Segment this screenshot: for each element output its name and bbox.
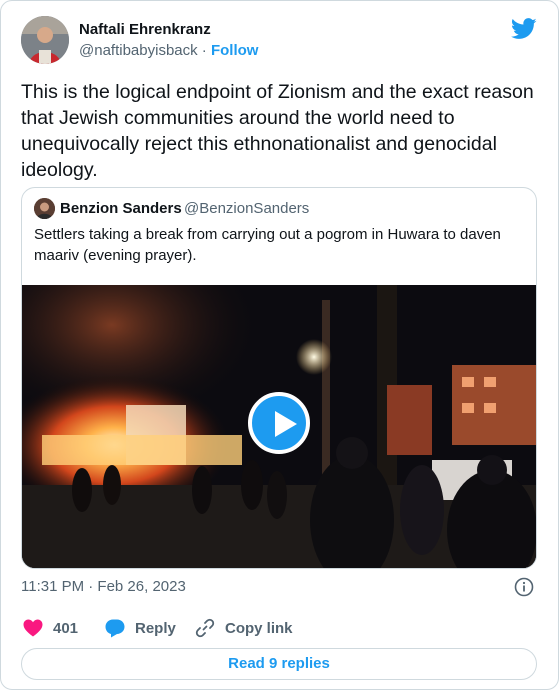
quoted-tweet[interactable]: Benzion Sanders @BenzionSanders Settlers… — [21, 187, 537, 569]
quoted-author-name[interactable]: Benzion Sanders — [60, 200, 182, 217]
heart-icon — [23, 619, 43, 637]
author-avatar[interactable] — [21, 16, 69, 64]
quoted-tweet-text: Settlers taking a break from carrying ou… — [34, 226, 501, 264]
tweet-timestamp[interactable]: 11:31 PM · Feb 26, 2023 — [21, 578, 186, 595]
video-thumbnail[interactable] — [22, 285, 536, 568]
info-icon[interactable] — [514, 577, 534, 597]
like-count: 401 — [53, 619, 79, 637]
reply-bubble-icon — [105, 619, 125, 637]
author-name[interactable]: Naftali Ehrenkranz — [79, 21, 211, 38]
quoted-author-avatar[interactable] — [34, 198, 55, 219]
twitter-bird-icon[interactable] — [511, 18, 537, 40]
copy-link-action[interactable]: Copy link — [195, 616, 293, 640]
reply-action[interactable]: Reply — [105, 616, 176, 640]
quoted-author-handle[interactable]: @BenzionSanders — [184, 200, 309, 217]
like-action[interactable]: 401 — [23, 616, 78, 640]
play-icon[interactable] — [248, 392, 310, 454]
link-icon — [195, 618, 215, 638]
copy-link-label: Copy link — [225, 619, 293, 637]
reply-label: Reply — [135, 619, 176, 637]
read-replies-button[interactable]: Read 9 replies — [21, 648, 537, 680]
separator-dot: · — [201, 42, 207, 59]
author-handle-row: @naftibabyisback · Follow — [79, 42, 258, 59]
follow-button[interactable]: Follow — [211, 42, 259, 59]
tweet-text: This is the logical endpoint of Zionism … — [21, 81, 534, 181]
tweet-embed-card: Naftali Ehrenkranz @naftibabyisback · Fo… — [0, 0, 559, 690]
author-handle[interactable]: @naftibabyisback — [79, 42, 198, 59]
